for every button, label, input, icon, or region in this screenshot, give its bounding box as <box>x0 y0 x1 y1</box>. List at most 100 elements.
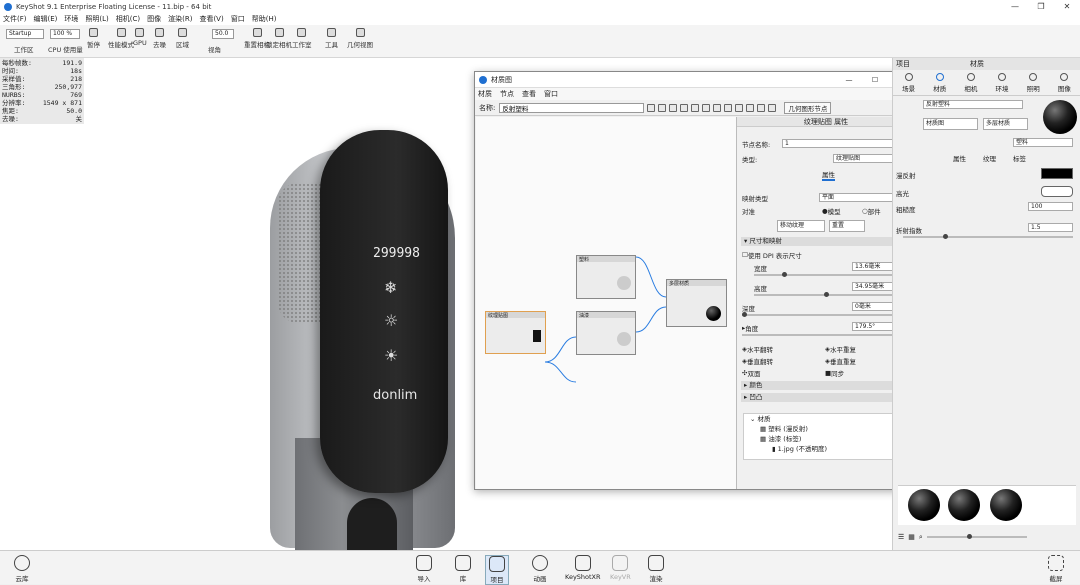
ior-input[interactable]: 1.5 <box>1028 223 1073 232</box>
save-icon[interactable] <box>647 103 656 112</box>
tree-item[interactable]: ▦ 塑料 (漫反射) <box>744 424 906 434</box>
section-size-mapping[interactable]: ▾ 尺寸和映射 <box>741 237 898 246</box>
minimize-button[interactable]: — <box>836 76 862 84</box>
search-icon[interactable]: ⌕ <box>919 533 923 542</box>
menu-edit[interactable]: 编辑(E) <box>34 14 58 24</box>
width-slider[interactable] <box>754 272 894 277</box>
depth-slider[interactable] <box>742 312 894 317</box>
section-bump[interactable]: ▸ 凹凸 <box>741 393 898 402</box>
roughness-input[interactable]: 100 <box>1028 202 1073 211</box>
angle-slider[interactable] <box>742 332 897 337</box>
render-button[interactable]: 渲染 <box>648 555 664 583</box>
mg-menu-node[interactable]: 节点 <box>500 89 514 99</box>
keyvr-button[interactable]: KeyVR <box>610 555 631 581</box>
repeat-horizontal-toggle[interactable]: ◈ 水平重复 <box>825 344 856 354</box>
close-button[interactable]: ✕ <box>1054 0 1080 13</box>
library-thumb[interactable] <box>990 489 1022 521</box>
zoom-value-input[interactable]: 50.0 <box>212 29 234 39</box>
menu-help[interactable]: 帮助(H) <box>252 14 277 24</box>
menu-window[interactable]: 窗口 <box>231 14 245 24</box>
warning-icon[interactable] <box>702 103 711 112</box>
zoom-select[interactable]: 100 % <box>50 29 80 39</box>
specular-color-swatch[interactable] <box>1041 186 1073 197</box>
project-button[interactable]: 项目 <box>485 555 509 585</box>
align-part-radio[interactable]: ○ 部件 <box>862 206 881 216</box>
target-icon[interactable] <box>680 103 689 112</box>
grid-view-icon[interactable]: ▦ <box>908 533 915 541</box>
denoise-button[interactable]: 去噪 <box>153 28 166 49</box>
material-name-field[interactable]: 反射塑料 <box>923 100 1023 109</box>
node-plastic[interactable]: 塑料 <box>576 255 636 299</box>
repeat-vertical-toggle[interactable]: ◈ 垂直重复 <box>825 356 856 366</box>
grid-icon[interactable] <box>669 103 678 112</box>
sphere-icon[interactable] <box>658 103 667 112</box>
mg-menu-material[interactable]: 材质 <box>478 89 492 99</box>
ior-slider[interactable] <box>903 234 1073 239</box>
node-multi-layer[interactable]: 多层材质 <box>666 279 727 327</box>
pause-button[interactable]: 暂停 <box>87 28 100 49</box>
tab-material[interactable]: 材质 <box>933 72 946 93</box>
menu-file[interactable]: 文件(F) <box>3 14 27 24</box>
node-texture-map[interactable]: 纹理贴图 <box>485 311 546 354</box>
screenshot-button[interactable]: 截屏 <box>1048 555 1064 583</box>
menu-image[interactable]: 图像 <box>147 14 161 24</box>
menu-environment[interactable]: 环境 <box>64 14 78 24</box>
menu-lighting[interactable]: 照明(L) <box>85 14 108 24</box>
keyshotxr-button[interactable]: KeyShotXR <box>565 555 601 581</box>
list-view-icon[interactable]: ☰ <box>898 533 904 541</box>
tab-scene[interactable]: 场景 <box>902 72 915 93</box>
diffuse-color-swatch[interactable] <box>1041 168 1073 179</box>
subtab-labels[interactable]: 标签 <box>1013 153 1026 163</box>
mapping-type-select[interactable]: 平面 <box>819 193 899 202</box>
menu-camera[interactable]: 相机(C) <box>116 14 140 24</box>
sync-toggle[interactable]: ■ 同步 <box>825 368 844 378</box>
subtab-texture[interactable]: 纹理 <box>983 153 996 163</box>
height-slider[interactable] <box>754 292 894 297</box>
tree-item[interactable]: ⌄ 材质 <box>744 414 906 424</box>
tag-icon[interactable] <box>691 103 700 112</box>
maximize-button[interactable]: ☐ <box>862 76 888 84</box>
depth-input[interactable]: 0毫米 <box>852 302 897 311</box>
node-paint[interactable]: 油漆 <box>576 311 636 355</box>
frame-icon[interactable] <box>757 103 766 112</box>
height-input[interactable]: 34.95毫米 <box>852 282 897 291</box>
performance-mode-button[interactable]: 性能模式 <box>108 28 134 49</box>
library-thumb[interactable] <box>948 489 980 521</box>
align-icon[interactable] <box>735 103 744 112</box>
geometry-view-button[interactable]: 几何视图 <box>347 28 373 49</box>
region-button[interactable]: 区域 <box>176 28 189 49</box>
cloud-library-button[interactable]: 云库 <box>14 555 30 583</box>
geometry-node-button[interactable]: 几何图形节点 <box>784 101 832 114</box>
menu-render[interactable]: 渲染(R) <box>168 14 192 24</box>
library-button[interactable]: 库 <box>455 555 471 583</box>
material-graph-button[interactable]: 材质图 <box>923 118 978 130</box>
fit-icon[interactable] <box>768 103 777 112</box>
mg-menu-window[interactable]: 窗口 <box>544 89 558 99</box>
tree-item[interactable]: ▮ 1.jpg (不透明度) <box>744 444 906 454</box>
animation-button[interactable]: 动画 <box>532 555 548 583</box>
node-graph-canvas[interactable]: 纹理贴图 塑料 油漆 多层材质 <box>476 117 737 489</box>
tab-properties[interactable]: 属性 <box>822 169 835 181</box>
double-side-toggle[interactable]: ✣ 双面 <box>742 368 760 378</box>
material-name-input[interactable] <box>499 102 645 113</box>
node-name-input[interactable]: 1 <box>782 139 907 148</box>
multi-material-button[interactable]: 多层材质 <box>983 118 1028 130</box>
tab-lighting[interactable]: 照明 <box>1027 72 1040 93</box>
reset-button[interactable]: 重置 <box>829 220 865 232</box>
tab-environment[interactable]: 环境 <box>996 72 1009 93</box>
thumbnail-size-slider[interactable] <box>926 534 1027 539</box>
mg-menu-view[interactable]: 查看 <box>522 89 536 99</box>
maximize-button[interactable]: ❐ <box>1028 0 1054 13</box>
subtab-properties[interactable]: 属性 <box>953 153 966 163</box>
library-thumb[interactable] <box>908 489 940 521</box>
section-color[interactable]: ▸ 颜色 <box>741 381 898 390</box>
material-type-select[interactable]: 塑料 <box>1013 138 1073 147</box>
align-model-radio[interactable]: ● 模型 <box>822 206 841 216</box>
width-input[interactable]: 13.6毫米 <box>852 262 897 271</box>
layout-icon[interactable] <box>746 103 755 112</box>
flip-vertical-toggle[interactable]: ◈ 垂直翻转 <box>742 356 773 366</box>
workspace-select[interactable]: Startup <box>6 29 44 39</box>
tab-camera[interactable]: 相机 <box>964 72 977 93</box>
move-texture-button[interactable]: 移动纹理 <box>777 220 825 232</box>
flip-horizontal-toggle[interactable]: ◈ 水平翻转 <box>742 344 773 354</box>
